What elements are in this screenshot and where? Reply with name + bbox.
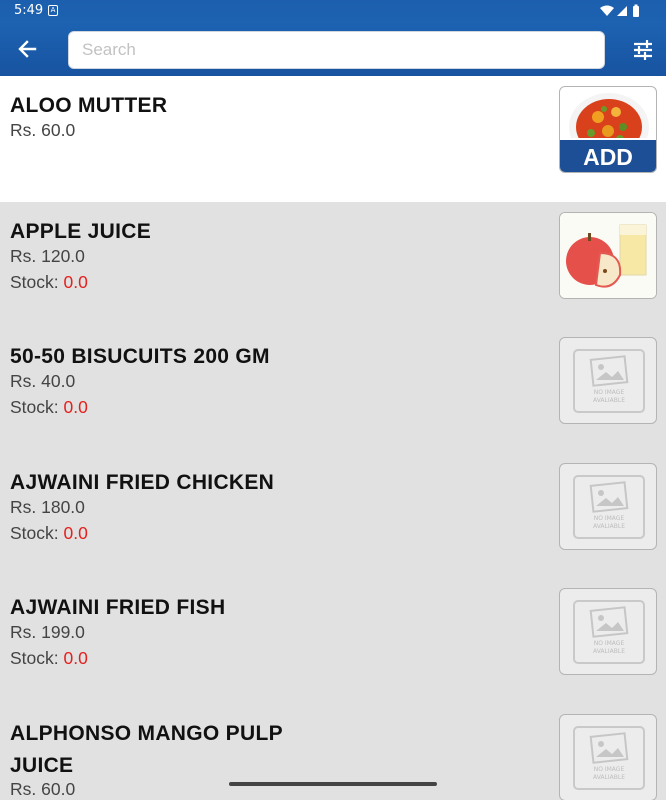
no-image-text: AVALIABLE bbox=[593, 397, 625, 404]
stock-value: 0.0 bbox=[63, 397, 88, 417]
back-button[interactable] bbox=[12, 34, 42, 64]
product-price: Rs. 199.0 bbox=[10, 622, 85, 642]
product-stock: Stock: 0.0 bbox=[10, 648, 88, 669]
no-image-text: AVALIABLE bbox=[593, 774, 625, 781]
product-list: ALOO MUTTER Rs. 60.0 ADD APPLE JUICE Rs.… bbox=[0, 76, 666, 800]
product-name: ALPHONSO MANGO PULP JUICE bbox=[10, 721, 283, 777]
product-stock: Stock: 0.0 bbox=[10, 523, 88, 544]
no-image-text: NO IMAGE bbox=[594, 766, 625, 773]
stock-value: 0.0 bbox=[63, 522, 88, 543]
stock-label: Stock: bbox=[10, 522, 64, 543]
product-price: Rs. 40.0 bbox=[10, 371, 76, 391]
apple-juice-image bbox=[560, 212, 656, 298]
product-name: AJWAINI FRIED CHICKEN bbox=[10, 470, 275, 494]
search-input[interactable] bbox=[69, 32, 604, 68]
product-image[interactable]: NO IMAGE AVALIABLE bbox=[559, 337, 657, 424]
no-image-placeholder-icon: NO IMAGE AVALIABLE bbox=[573, 600, 645, 664]
home-indicator[interactable] bbox=[229, 782, 437, 786]
product-name: APPLE JUICE bbox=[10, 219, 151, 243]
status-icons bbox=[600, 4, 640, 22]
product-image[interactable] bbox=[559, 211, 657, 299]
stock-value: 0.0 bbox=[63, 648, 88, 668]
status-bar: 5:49 A bbox=[0, 0, 666, 22]
no-image-text: NO IMAGE bbox=[594, 640, 625, 647]
product-price: Rs. 180.0 bbox=[10, 496, 85, 517]
stock-label: Stock: bbox=[10, 397, 64, 417]
product-name: AJWAINI FRIED FISH bbox=[10, 596, 226, 619]
app-bar bbox=[0, 22, 666, 76]
product-item[interactable]: 50-50 BISUCUITS 200 GM Rs. 40.0 Stock: 0… bbox=[0, 327, 666, 453]
product-stock: Stock: 0.0 bbox=[10, 397, 88, 418]
product-item[interactable]: AJWAINI FRIED FISH Rs. 199.0 Stock: 0.0 … bbox=[0, 578, 666, 704]
no-image-text: NO IMAGE bbox=[594, 515, 625, 522]
product-item[interactable]: ALOO MUTTER Rs. 60.0 ADD bbox=[0, 76, 666, 202]
product-price: Rs. 120.0 bbox=[10, 245, 85, 266]
product-item[interactable]: AJWAINI FRIED CHICKEN Rs. 180.0 Stock: 0… bbox=[0, 453, 666, 579]
no-image-text: AVALIABLE bbox=[593, 648, 625, 655]
notification-icon: A bbox=[48, 5, 58, 16]
product-image[interactable]: NO IMAGE AVALIABLE bbox=[559, 588, 657, 675]
product-name: ALOO MUTTER bbox=[10, 94, 168, 117]
no-image-placeholder-icon: NO IMAGE AVALIABLE bbox=[573, 474, 645, 539]
status-time: 5:49 bbox=[14, 3, 44, 18]
search-field[interactable] bbox=[68, 31, 605, 69]
add-button[interactable]: ADD bbox=[560, 138, 656, 172]
stock-value: 0.0 bbox=[63, 271, 88, 292]
product-price: Rs. 60.0 bbox=[10, 120, 76, 140]
product-item[interactable]: APPLE JUICE Rs. 120.0 Stock: 0.0 bbox=[0, 202, 666, 328]
tune-icon bbox=[634, 40, 652, 60]
product-price: Rs. 60.0 bbox=[10, 778, 76, 799]
product-name: 50-50 BISUCUITS 200 GM bbox=[10, 345, 270, 368]
stock-label: Stock: bbox=[10, 271, 64, 292]
arrow-left-icon bbox=[18, 40, 37, 58]
stock-label: Stock: bbox=[10, 648, 64, 668]
product-image[interactable]: ADD bbox=[559, 86, 657, 173]
no-image-text: NO IMAGE bbox=[594, 389, 625, 396]
no-image-placeholder-icon: NO IMAGE AVALIABLE bbox=[573, 349, 645, 413]
product-image[interactable]: NO IMAGE AVALIABLE bbox=[559, 713, 657, 800]
filter-button[interactable] bbox=[628, 35, 658, 65]
product-stock: Stock: 0.0 bbox=[10, 272, 88, 293]
product-image[interactable]: NO IMAGE AVALIABLE bbox=[559, 462, 657, 550]
no-image-text: AVALIABLE bbox=[593, 523, 625, 530]
no-image-placeholder-icon: NO IMAGE AVALIABLE bbox=[573, 725, 645, 790]
wifi-signal-battery-icon bbox=[600, 4, 639, 17]
